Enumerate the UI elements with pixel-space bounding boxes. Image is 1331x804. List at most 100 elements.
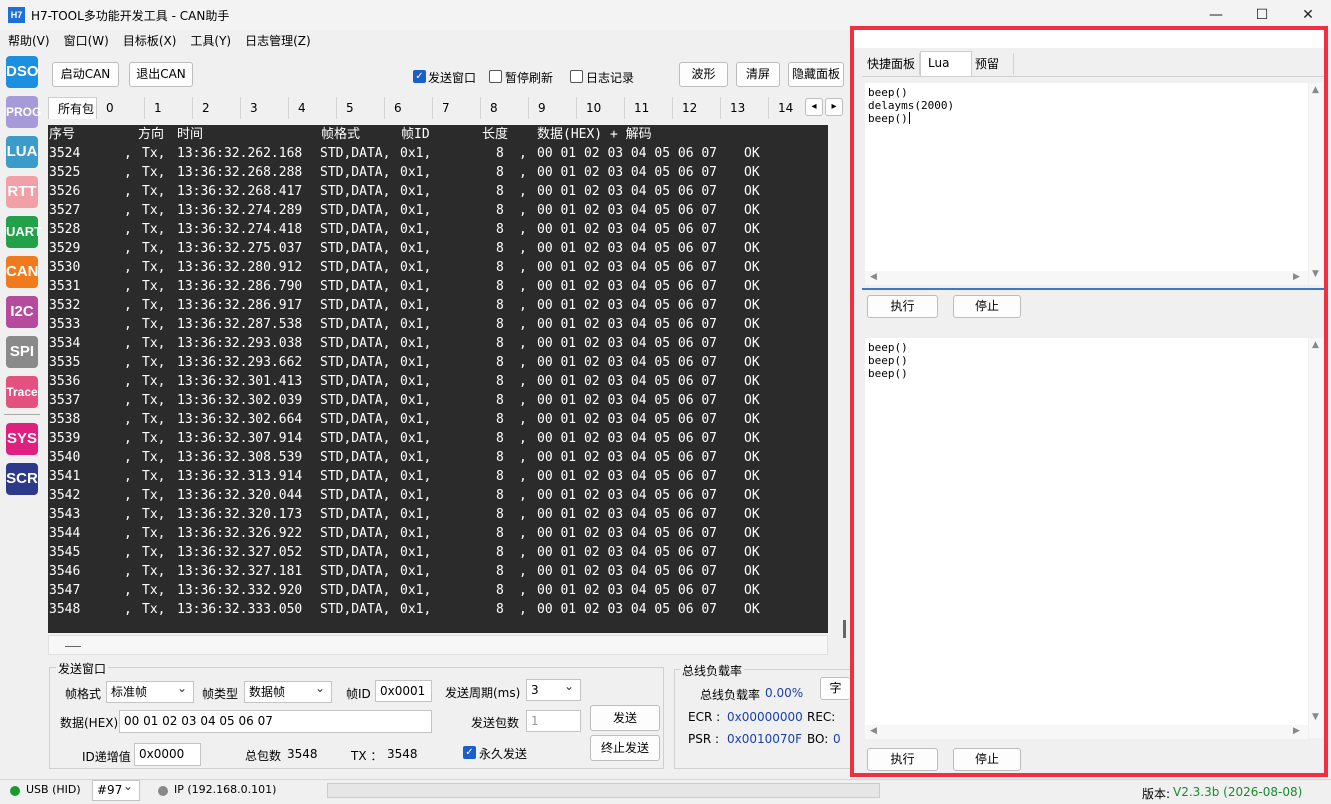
scroll-thumb[interactable] [65, 646, 81, 647]
row-sep: , [519, 469, 527, 484]
tab-channel-6[interactable]: 6 [385, 97, 433, 119]
row-sep: , [519, 564, 527, 579]
row-sep: , [124, 507, 132, 522]
menu-target-board[interactable]: 目标板(X) [115, 30, 183, 52]
row-sep: , [519, 450, 527, 465]
forever-send-label: 永久发送 [479, 747, 528, 761]
clear-screen-button[interactable]: 清屏 [736, 62, 780, 87]
row-frame-format: STD,DATA, [320, 298, 391, 313]
total-packets-value: 3548 [287, 747, 318, 761]
row-frame-format: STD,DATA, [320, 203, 391, 218]
tabs-scroll-left-icon[interactable]: ◂ [805, 98, 823, 116]
menu-help[interactable]: 帮助(V) [0, 30, 56, 52]
frame-format-select[interactable]: 标准帧 [106, 678, 194, 703]
row-decode: OK [744, 203, 760, 218]
hide-panel-button[interactable]: 隐藏面板 [788, 62, 844, 87]
waveform-button[interactable]: 波形 [679, 62, 728, 87]
tab-all-packets[interactable]: 所有包 [48, 97, 97, 119]
nav-dso-button[interactable]: DSO [6, 56, 39, 88]
nav-lua-button[interactable]: LUA [6, 136, 38, 168]
row-length: 8 [496, 298, 504, 313]
tab-channel-14[interactable]: 14 [769, 97, 805, 119]
row-frame-id: 0x1, [400, 184, 432, 199]
tabs-scroll-right-icon[interactable]: ▸ [825, 98, 843, 116]
stop-send-button[interactable]: 终止发送 [590, 735, 660, 761]
row-frame-format: STD,DATA, [320, 222, 391, 237]
can-log-view[interactable]: 序号 方向 时间 帧格式 帧ID 长度 数据(HEX) + 解码 3524, Tx… [48, 125, 828, 633]
menu-log-management[interactable]: 日志管理(Z) [237, 30, 317, 52]
row-sep: , [519, 431, 527, 446]
forever-send-checkbox[interactable]: ✓ [463, 746, 476, 759]
tab-channel-1[interactable]: 1 [145, 97, 193, 119]
frame-id-input[interactable]: 0x0001 [375, 680, 432, 702]
tab-channel-5[interactable]: 5 [337, 97, 385, 119]
row-direction: Tx, [142, 431, 166, 446]
tab-channel-9[interactable]: 9 [529, 97, 577, 119]
log-row: 3532, Tx, 13:36:32.286.917 STD,DATA, 0x1, 8, 0… [48, 296, 828, 315]
row-frame-id: 0x1, [400, 450, 432, 465]
nav-uart-button[interactable]: UART [6, 216, 42, 248]
tab-channel-10[interactable]: 10 [577, 97, 625, 119]
nav-spi-button[interactable]: SPI [6, 336, 38, 368]
row-seq: 3539 [49, 431, 81, 446]
row-frame-id: 0x1, [400, 602, 432, 617]
row-sep: , [519, 298, 527, 313]
nav-i2c-button[interactable]: I2C [6, 296, 38, 328]
device-select[interactable]: #97 [92, 777, 140, 801]
row-decode: OK [744, 317, 760, 332]
splitter-handle[interactable] [843, 620, 846, 638]
frame-type-select[interactable]: 数据帧 [244, 678, 332, 703]
tab-channel-8[interactable]: 8 [481, 97, 529, 119]
row-seq: 3543 [49, 507, 81, 522]
nav-trace-button[interactable]: Trace [6, 376, 38, 408]
nav-sys-button[interactable]: SYS [6, 423, 38, 455]
log-row: 3539, Tx, 13:36:32.307.914 STD,DATA, 0x1, 8, 0… [48, 429, 828, 448]
send-button[interactable]: 发送 [590, 705, 660, 731]
tab-channel-7[interactable]: 7 [433, 97, 481, 119]
row-direction: Tx, [142, 203, 166, 218]
bus-load-value: 0.00% [765, 686, 804, 700]
row-data: 00 01 02 03 04 05 06 07 [537, 583, 718, 598]
send-count-input[interactable]: 1 [526, 710, 581, 732]
tab-channel-11[interactable]: 11 [625, 97, 673, 119]
row-length: 8 [496, 488, 504, 503]
row-frame-id: 0x1, [400, 165, 432, 180]
send-period-select[interactable]: 3 [526, 676, 581, 701]
row-data: 00 01 02 03 04 05 06 07 [537, 203, 718, 218]
tab-channel-12[interactable]: 12 [673, 97, 721, 119]
pause-refresh-checkbox[interactable] [489, 70, 502, 83]
row-seq: 3548 [49, 602, 81, 617]
tab-channel-4[interactable]: 4 [289, 97, 337, 119]
ecr-value: 0x00000000 [727, 710, 803, 724]
row-time: 13:36:32.280.912 [177, 260, 303, 275]
menu-window[interactable]: 窗口(W) [56, 30, 115, 52]
nav-can-button[interactable]: CAN [6, 256, 39, 288]
tab-channel-13[interactable]: 13 [721, 97, 769, 119]
data-hex-input[interactable]: 00 01 02 03 04 05 06 07 [119, 710, 432, 733]
log-record-checkbox[interactable] [570, 70, 583, 83]
send-window-checkbox[interactable]: ✓ [413, 70, 426, 83]
tab-channel-0[interactable]: 0 [97, 97, 145, 119]
row-frame-format: STD,DATA, [320, 260, 391, 275]
send-window-label: 发送窗口 [428, 71, 477, 85]
nav-prog-button[interactable]: PROG [6, 96, 41, 128]
menu-tools[interactable]: 工具(Y) [182, 30, 237, 52]
log-horizontal-scrollbar[interactable] [48, 635, 828, 655]
nav-rtt-button[interactable]: RTT [6, 176, 38, 208]
tab-channel-2[interactable]: 2 [193, 97, 241, 119]
row-direction: Tx, [142, 412, 166, 427]
exit-can-button[interactable]: 退出CAN [129, 62, 193, 87]
row-decode: OK [744, 298, 760, 313]
tab-channel-3[interactable]: 3 [241, 97, 289, 119]
log-scrollbar[interactable] [829, 125, 845, 633]
nav-scr-button[interactable]: SCR [6, 463, 38, 495]
row-frame-id: 0x1, [400, 336, 432, 351]
row-sep: , [519, 374, 527, 389]
id-increment-input[interactable]: 0x0000 [134, 743, 201, 766]
row-data: 00 01 02 03 04 05 06 07 [537, 526, 718, 541]
progress-bar [327, 783, 880, 798]
row-frame-format: STD,DATA, [320, 469, 391, 484]
font-button[interactable]: 字 [820, 677, 850, 700]
row-sep: , [124, 393, 132, 408]
start-can-button[interactable]: 启动CAN [52, 62, 119, 87]
